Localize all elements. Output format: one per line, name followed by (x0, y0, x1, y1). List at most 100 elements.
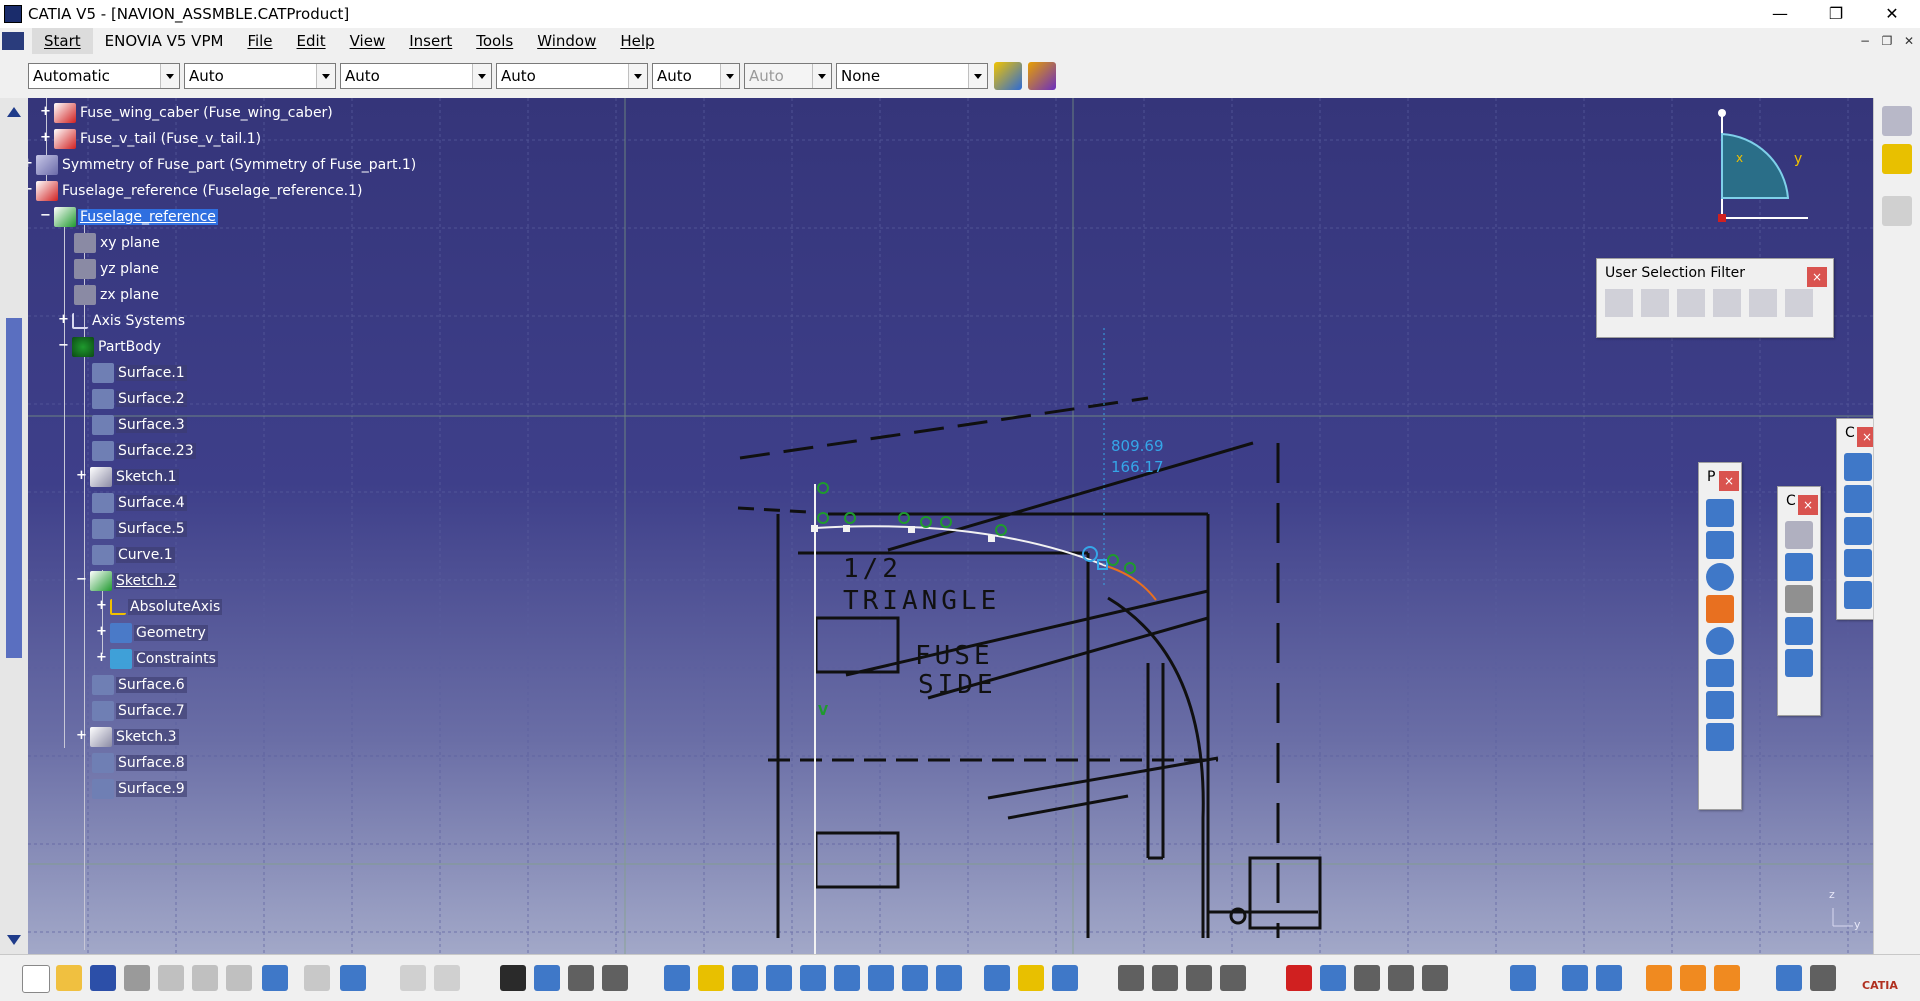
scroll-down-arrow-icon[interactable] (4, 930, 24, 950)
constraint-icon[interactable] (1785, 553, 1813, 581)
iso-view-icon[interactable] (936, 965, 962, 991)
swap-visible-space-icon[interactable] (1052, 965, 1078, 991)
zoom-in-icon[interactable] (800, 965, 826, 991)
cut-part-by-sketch-plane-icon[interactable] (1118, 965, 1144, 991)
menu-view[interactable]: View (338, 28, 398, 54)
close-icon[interactable]: × (1719, 471, 1739, 491)
constraint-dialog-icon[interactable] (1785, 521, 1813, 549)
tree-node-surface-5[interactable]: Surface.5 (92, 518, 187, 540)
curve-filter-icon[interactable] (1641, 289, 1669, 317)
tree-node-fuse-wing-caber[interactable]: + Fuse_wing_caber (Fuse_wing_caber) (40, 102, 335, 124)
visualization-icon[interactable] (1220, 965, 1246, 991)
chevron-down-icon[interactable] (472, 64, 491, 88)
sketch-icon[interactable] (1882, 106, 1912, 136)
menu-help[interactable]: Help (608, 28, 666, 54)
tree-node-surface-6[interactable]: Surface.6 (92, 674, 187, 696)
normal-view-icon[interactable] (868, 965, 894, 991)
chevron-down-icon[interactable] (968, 64, 987, 88)
trim-icon[interactable] (1844, 517, 1872, 545)
geometrical-constraints-icon[interactable] (602, 965, 628, 991)
menu-file[interactable]: File (235, 28, 284, 54)
knowledge-icon[interactable] (1646, 965, 1672, 991)
ellipse-icon[interactable] (1706, 627, 1734, 655)
dimension-icon[interactable] (1320, 965, 1346, 991)
catalog-icon[interactable] (1354, 965, 1380, 991)
tree-scrollbar[interactable] (0, 98, 28, 954)
tools-palette-icon[interactable] (1388, 965, 1414, 991)
expand-plus-icon[interactable]: + (28, 157, 33, 170)
copy-icon[interactable] (192, 965, 218, 991)
color-select[interactable]: Automatic (28, 63, 180, 89)
menu-tools[interactable]: Tools (464, 28, 525, 54)
tree-node-fuse-v-tail[interactable]: + Fuse_v_tail (Fuse_v_tail.1) (40, 128, 263, 150)
chevron-down-icon[interactable] (316, 64, 335, 88)
operation-toolbar[interactable]: C × (1836, 418, 1873, 620)
tree-node-sketch-1[interactable]: + Sketch.1 (76, 466, 179, 488)
tree-node-fuselage-reference-instance[interactable]: − Fuselage_reference (Fuselage_reference… (28, 180, 365, 202)
fly-mode-icon[interactable] (664, 965, 690, 991)
project-3d-elements-icon[interactable] (1844, 581, 1872, 609)
collapse-minus-icon[interactable]: − (76, 573, 87, 586)
expand-plus-icon[interactable]: + (58, 313, 69, 326)
user-selection-filter-toolbar[interactable]: User Selection Filter × (1596, 258, 1834, 338)
save-icon[interactable] (90, 965, 116, 991)
tree-node-yz-plane[interactable]: yz plane (74, 258, 161, 280)
volume-filter-icon[interactable] (1713, 289, 1741, 317)
paste-icon[interactable] (226, 965, 252, 991)
tree-node-geometry[interactable]: + Geometry (96, 622, 208, 644)
select-arrow-icon[interactable] (1882, 196, 1912, 226)
tree-node-surface-7[interactable]: Surface.7 (92, 700, 187, 722)
tree-node-surface-23[interactable]: Surface.23 (92, 440, 196, 462)
compass-reset-icon[interactable] (1776, 965, 1802, 991)
mirror-icon[interactable] (1844, 549, 1872, 577)
doc-close-button[interactable]: ✕ (1898, 34, 1920, 48)
tree-node-sketch-3[interactable]: + Sketch.3 (76, 726, 179, 748)
scroll-up-arrow-icon[interactable] (4, 102, 24, 122)
profile-toolbar[interactable]: P × (1698, 462, 1742, 810)
point-filter-icon[interactable] (1605, 289, 1633, 317)
tree-node-surface-4[interactable]: Surface.4 (92, 492, 187, 514)
tree-node-surface-8[interactable]: Surface.8 (92, 752, 187, 774)
expand-plus-icon[interactable]: + (96, 599, 107, 612)
spline-icon[interactable] (1706, 595, 1734, 623)
multi-view-icon[interactable] (902, 965, 928, 991)
menu-insert[interactable]: Insert (397, 28, 464, 54)
chevron-down-icon[interactable] (720, 64, 739, 88)
tree-node-surface-1[interactable]: Surface.1 (92, 362, 187, 384)
sketch-analysis-icon[interactable] (1152, 965, 1178, 991)
close-icon[interactable]: × (1857, 427, 1873, 447)
measure-icon[interactable] (1422, 965, 1448, 991)
print-icon[interactable] (124, 965, 150, 991)
expand-plus-icon[interactable]: + (96, 651, 107, 664)
hide-show-icon[interactable] (1018, 965, 1044, 991)
scroll-thumb[interactable] (6, 318, 22, 658)
constraint-toolbar[interactable]: C × (1777, 486, 1821, 716)
transparency-select[interactable]: Auto (184, 63, 336, 89)
check-icon[interactable] (1714, 965, 1740, 991)
point-symbol-select[interactable]: Auto (652, 63, 740, 89)
catia-logo-icon[interactable] (2, 32, 24, 50)
rectangle-icon[interactable] (1706, 531, 1734, 559)
tree-node-constraints[interactable]: + Constraints (96, 648, 218, 670)
solving-status-icon[interactable] (1186, 965, 1212, 991)
auto-constraint-icon[interactable] (1785, 649, 1813, 677)
layer-filter-icon[interactable] (1562, 965, 1588, 991)
open-folder-icon[interactable] (56, 965, 82, 991)
rotate-icon[interactable] (766, 965, 792, 991)
tree-node-partbody[interactable]: − PartBody (58, 336, 163, 358)
tree-node-axis-systems[interactable]: + Axis Systems (58, 310, 187, 332)
workbench-icon[interactable] (1596, 965, 1622, 991)
shading-icon[interactable] (984, 965, 1010, 991)
chevron-down-icon[interactable] (628, 64, 647, 88)
corner-icon[interactable] (1844, 453, 1872, 481)
tree-node-surface-2[interactable]: Surface.2 (92, 388, 187, 410)
close-icon[interactable]: × (1798, 495, 1818, 515)
selection-sets-icon[interactable] (1510, 965, 1536, 991)
expand-plus-icon[interactable]: + (40, 105, 51, 118)
tree-node-xy-plane[interactable]: xy plane (74, 232, 162, 254)
expand-plus-icon[interactable]: + (76, 469, 87, 482)
rule-icon[interactable] (1680, 965, 1706, 991)
3d-viewport[interactable]: 809.69 166.17 1/2 TRIANGLE FUSE SIDE V z… (28, 98, 1873, 954)
surface-filter-icon[interactable] (1677, 289, 1705, 317)
menu-start[interactable]: Start (32, 28, 93, 54)
